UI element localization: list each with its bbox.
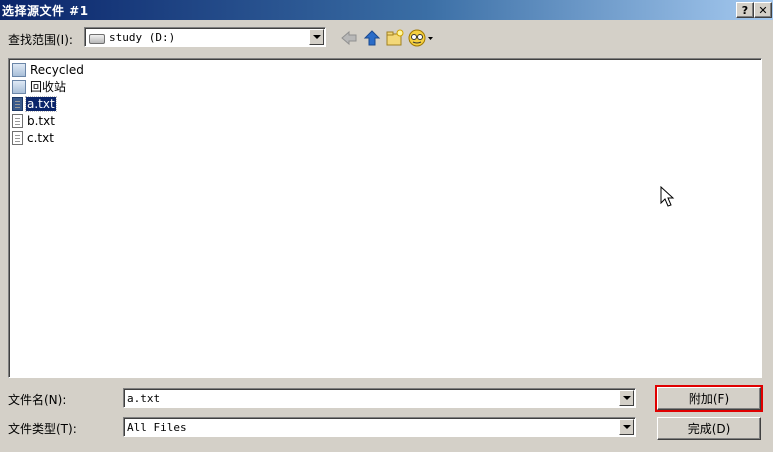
filename-dropdown-button[interactable] [619,390,634,406]
list-item[interactable]: a.txt [12,96,57,112]
filename-value: a.txt [127,392,161,405]
chevron-down-icon [312,35,321,39]
list-item[interactable]: b.txt [12,113,56,129]
view-menu-icon[interactable] [408,29,434,47]
mouse-cursor-icon [660,186,675,207]
filename-label: 文件名(N): [8,393,67,407]
title-bar: 选择源文件 #1 ? ✕ [0,0,773,20]
chevron-down-icon [622,396,631,400]
list-item[interactable]: Recycled [12,62,85,78]
attach-button[interactable]: 附加(F) [655,385,763,412]
list-item[interactable]: c.txt [12,130,55,146]
done-button[interactable]: 完成(D) [657,417,761,440]
folder-icon [12,80,26,94]
filetype-value: All Files [127,421,187,434]
file-list[interactable]: Recycled 回收站 a.txt b.txt c.txt [8,58,762,378]
filetype-label: 文件类型(T): [8,422,77,436]
file-icon [12,97,23,111]
file-icon [12,131,23,145]
filetype-dropdown-button[interactable] [619,419,634,435]
drive-icon [89,34,105,44]
folder-icon [12,63,26,77]
new-folder-icon[interactable] [386,29,404,47]
lookin-dropdown-button[interactable] [309,29,324,45]
up-folder-icon[interactable] [363,29,381,47]
file-icon [12,114,23,128]
window-title: 选择源文件 #1 [2,3,89,18]
lookin-label: 查找范围(I): [8,33,73,47]
chevron-down-icon [622,425,631,429]
back-icon[interactable] [340,29,358,47]
list-item[interactable]: 回收站 [12,79,67,95]
help-button[interactable]: ? [736,2,754,18]
lookin-value: study (D:) [109,31,176,44]
lookin-combo[interactable]: study (D:) [84,27,326,47]
filename-field[interactable]: a.txt [123,388,636,408]
close-button[interactable]: ✕ [754,2,772,18]
filetype-select[interactable]: All Files [123,417,636,437]
